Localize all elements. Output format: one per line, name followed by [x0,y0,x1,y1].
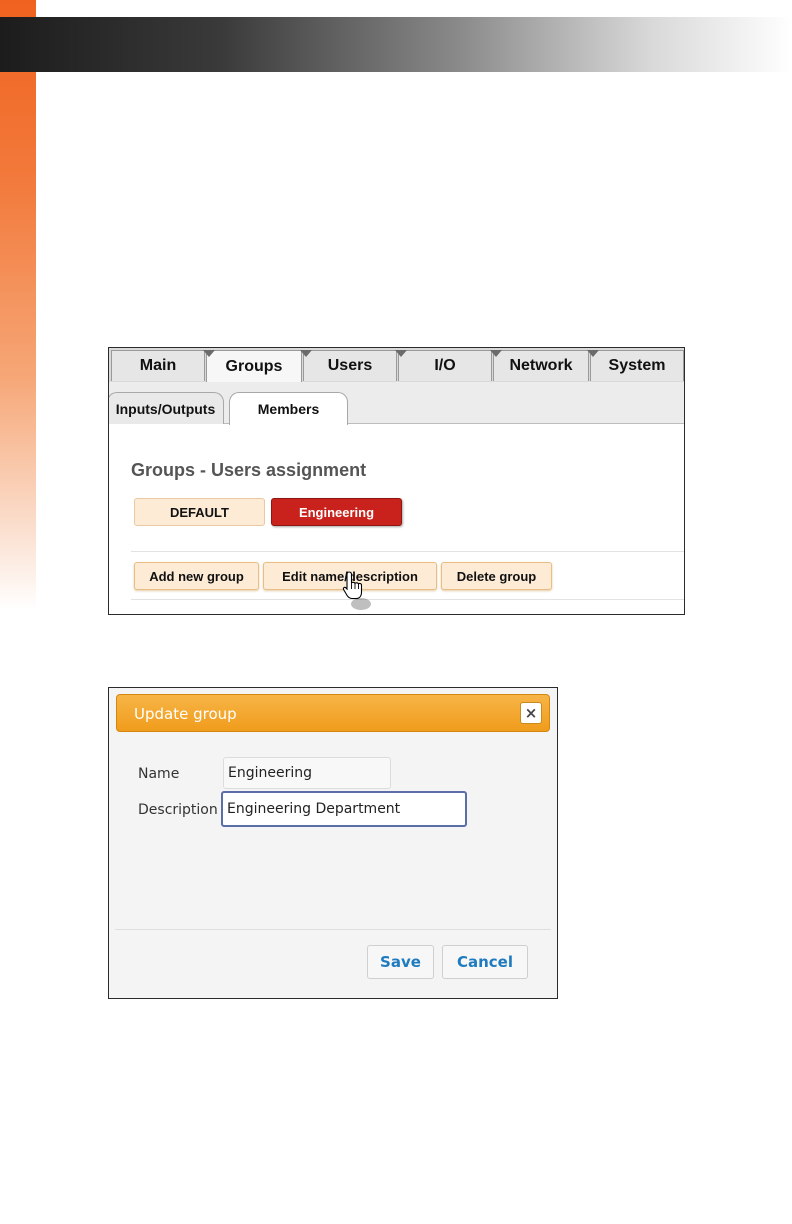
tab-system[interactable]: System [587,350,684,381]
tab-io-label: I/O [434,357,456,374]
page-side-strip [0,0,36,610]
tab-users-label: Users [327,357,373,374]
tab-notch-icon [300,350,312,357]
dialog-divider [115,929,551,930]
delete-group-button[interactable]: Delete group [441,562,552,590]
tab-io[interactable]: I/O [395,350,492,381]
save-button[interactable]: Save [367,945,434,979]
tab-groups[interactable]: Groups [203,350,302,383]
cancel-button[interactable]: Cancel [442,945,528,979]
group-default-button[interactable]: DEFAULT [134,498,265,526]
description-label: Description [138,802,218,818]
tab-notch-icon [395,350,407,357]
main-tab-bar: Main Groups Users I/O Network System [109,348,684,383]
tab-users[interactable]: Users [300,350,397,381]
tab-system-label: System [608,357,666,374]
dialog-title: Update group [134,705,237,723]
divider [131,551,684,552]
groups-screenshot: Main Groups Users I/O Network System Inp… [108,347,685,615]
hand-cursor-icon [342,571,371,610]
tab-main[interactable]: Main [111,350,205,381]
tab-notch-icon [490,350,502,357]
tab-notch-icon [587,350,599,357]
sub-tab-bar: Inputs/Outputs Members [109,382,684,425]
tab-inputs-outputs[interactable]: Inputs/Outputs [109,392,224,424]
tab-network-label: Network [509,357,573,374]
name-label: Name [138,766,180,782]
group-engineering-button[interactable]: Engineering [271,498,402,526]
tab-notch-icon [203,350,215,357]
section-title: Groups - Users assignment [131,460,367,480]
dialog-header: Update group × [116,694,550,732]
add-new-group-button[interactable]: Add new group [134,562,259,590]
tab-members[interactable]: Members [229,392,348,425]
description-field[interactable] [221,791,467,827]
close-icon[interactable]: × [520,702,542,724]
page-header-bar [0,17,792,72]
tab-network[interactable]: Network [490,350,589,381]
update-group-dialog: Update group × Name Description Save Can… [108,687,558,999]
divider [131,599,684,600]
tab-groups-label: Groups [225,358,283,375]
name-field[interactable] [223,757,391,789]
